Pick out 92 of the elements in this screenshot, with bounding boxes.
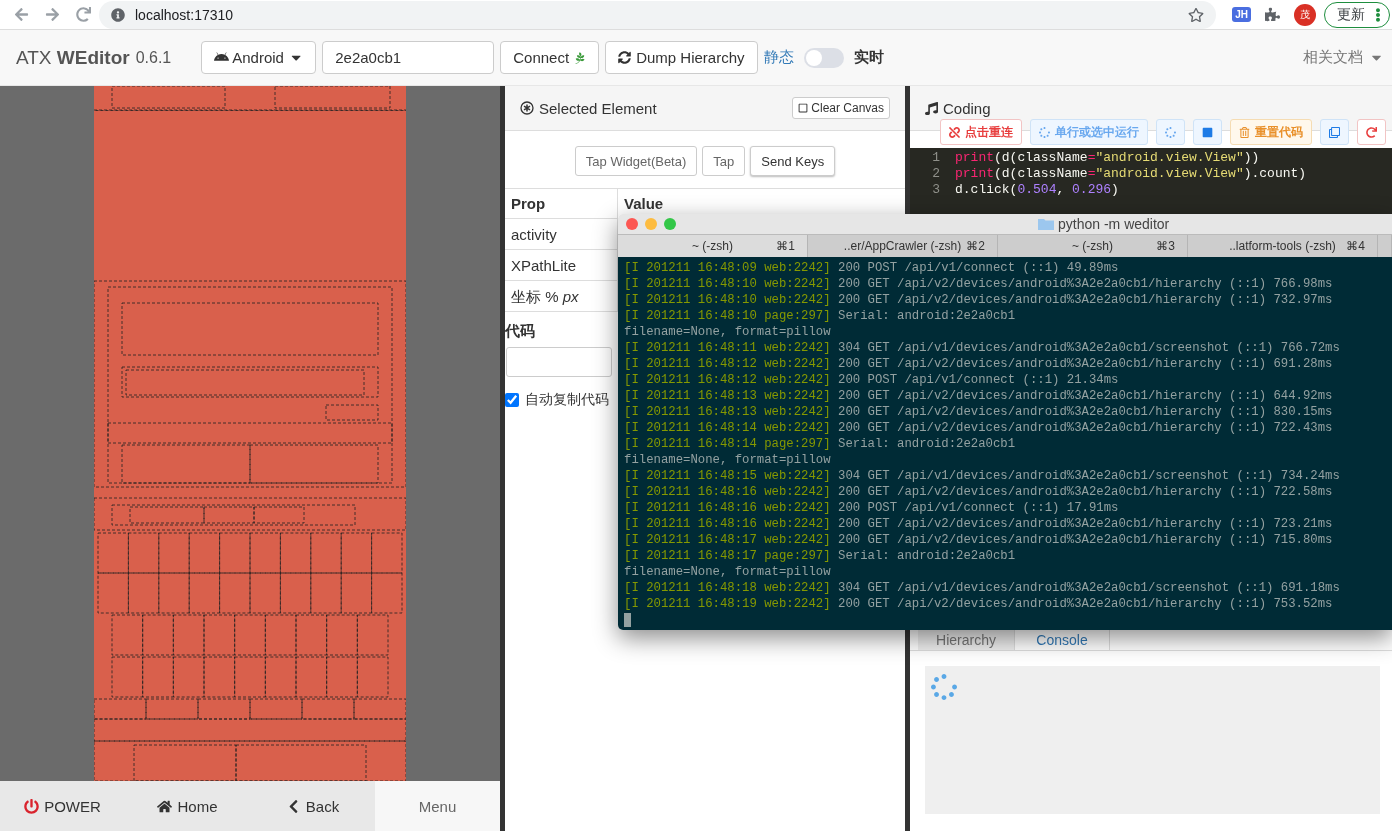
log-line: [I 201211 16:48:18 web:2242] 304 GET /api/v1/devices/android%3A2e2a0cb1/screenshot (::1) 691.18ms — [624, 580, 1340, 596]
app-brand: ATX WEditor — [16, 46, 130, 69]
puzzle-icon[interactable] — [1265, 7, 1280, 22]
panel-tab[interactable]: Hierarchy — [918, 628, 1014, 650]
update-button[interactable]: 更新 — [1324, 1, 1390, 28]
device-key-button[interactable]: Home — [125, 781, 250, 831]
connect-button[interactable]: Connect — [500, 41, 600, 74]
code-textarea[interactable] — [506, 347, 612, 377]
address-bar[interactable]: localhost:17310 — [99, 0, 1217, 29]
dump-hierarchy-button[interactable]: Dump Hierarchy — [605, 41, 758, 74]
home-icon — [157, 798, 173, 814]
device-key-button[interactable]: POWER — [0, 781, 125, 831]
toolbar-button[interactable]: 点击重连 — [940, 119, 1022, 145]
clear-canvas-button[interactable]: Clear Canvas — [792, 97, 890, 119]
action-button[interactable]: Tap Widget(Beta) — [574, 146, 698, 176]
log-line: [I 201211 16:48:15 web:2242] 304 GET /api/v1/devices/android%3A2e2a0cb1/screenshot (::1) 734.24ms — [624, 468, 1340, 484]
close-icon[interactable] — [626, 218, 638, 231]
toolbar-button[interactable] — [1320, 119, 1349, 145]
checkbox-label: 自动复制代码 — [525, 391, 609, 409]
maximize-icon[interactable] — [664, 218, 676, 231]
refresh-icon — [618, 51, 632, 64]
column-header: Prop — [505, 189, 618, 219]
toolbar-button[interactable] — [1156, 119, 1185, 145]
serial-input[interactable]: 2e2a0cb1 — [322, 41, 495, 74]
info-icon[interactable] — [111, 7, 125, 22]
mode-label: 静态 — [763, 48, 794, 67]
trash-icon — [1239, 126, 1250, 138]
log-line: [I 201211 16:48:10 web:2242] 200 GET /api/v2/devices/android%3A2e2a0cb1/hierarchy (::1) 732.97ms — [624, 292, 1333, 308]
section-heading: 代码 — [505, 322, 535, 341]
terminal-tab[interactable]: ~ (-zsh) ⌘1 — [618, 235, 808, 257]
star-icon[interactable] — [1188, 6, 1205, 23]
code-editor[interactable]: 1 print(d(className="android.view.View")) 2 print(d(className="android.view.View").count) 3 d.click(0.504, 0.296) — [910, 148, 1392, 212]
docs-menu[interactable]: 相关文档 — [1303, 48, 1384, 67]
log-line: [I 201211 16:48:13 web:2242] 200 GET /api/v2/devices/android%3A2e2a0cb1/hierarchy (::1) 644.92ms — [624, 388, 1333, 404]
copy-icon — [1329, 126, 1340, 138]
log-line: [I 201211 16:48:10 page:297] Serial: android:2e2a0cb1 — [624, 308, 1016, 324]
platform-dropdown[interactable]: Android — [201, 41, 317, 74]
forward-icon[interactable] — [45, 7, 60, 22]
log-line: [I 201211 16:48:13 web:2242] 200 GET /api/v2/devices/android%3A2e2a0cb1/hierarchy (::1) 830.15ms — [624, 404, 1333, 420]
log-line: [I 201211 16:48:12 web:2242] 200 GET /api/v2/devices/android%3A2e2a0cb1/hierarchy (::1) 691.28ms — [624, 356, 1333, 372]
code-line: d.click(0.504, 0.296) — [955, 182, 1119, 198]
log-line: [I 201211 16:48:10 web:2242] 200 GET /api/v2/devices/android%3A2e2a0cb1/hierarchy (::1) 766.98ms — [624, 276, 1333, 292]
folder-icon — [1038, 218, 1054, 231]
spinner-icon — [1039, 126, 1050, 138]
code-line: print(d(className="android.view.View")) — [955, 150, 1260, 166]
line-number: 3 — [931, 182, 940, 198]
toolbar-button[interactable] — [1357, 119, 1386, 145]
spinner-icon — [1165, 126, 1176, 138]
log-line: [I 201211 16:48:17 web:2242] 200 GET /api/v2/devices/android%3A2e2a0cb1/hierarchy (::1) 715.80ms — [624, 532, 1333, 548]
action-button[interactable]: Tap — [702, 146, 746, 176]
asterisk-circle-icon — [520, 101, 534, 115]
auto-copy-checkbox[interactable] — [505, 393, 519, 407]
log-line: [I 201211 16:48:17 page:297] Serial: android:2e2a0cb1 — [624, 548, 1016, 564]
line-number: 2 — [931, 166, 940, 182]
log-line: [I 201211 16:48:09 web:2242] 200 POST /api/v1/connect (::1) 49.89ms — [624, 260, 1119, 276]
panel-tab[interactable]: Console — [1014, 628, 1110, 650]
log-line: [I 201211 16:48:14 web:2242] 200 GET /api/v2/devices/android%3A2e2a0cb1/hierarchy (::1) 722.43ms — [624, 420, 1333, 436]
back-icon[interactable] — [14, 7, 29, 22]
log-line: [I 201211 16:48:11 web:2242] 304 GET /api/v1/devices/android%3A2e2a0cb1/screenshot (::1) 766.72ms — [624, 340, 1340, 356]
spinner-icon — [931, 674, 957, 700]
log-line: filename=None, format=pillow — [624, 324, 831, 340]
device-key-button[interactable]: Back — [250, 781, 375, 831]
log-line: filename=None, format=pillow — [624, 564, 831, 580]
profile-avatar[interactable]: 茂 — [1294, 3, 1316, 26]
music-note-icon — [925, 101, 938, 115]
log-line: [I 201211 16:48:12 web:2242] 200 POST /api/v1/connect (::1) 21.34ms — [624, 372, 1119, 388]
unlink-icon — [949, 126, 960, 138]
line-number: 1 — [931, 150, 940, 166]
terminal-cursor — [624, 613, 631, 627]
reload-icon[interactable] — [76, 7, 91, 22]
minimize-icon[interactable] — [645, 218, 657, 231]
app-version: 0.6.1 — [135, 48, 172, 67]
toolbar-button[interactable] — [1193, 119, 1222, 145]
log-line: [I 201211 16:48:16 web:2242] 200 POST /api/v1/connect (::1) 17.91ms — [624, 500, 1119, 516]
power-icon — [24, 798, 40, 814]
device-key-button[interactable]: Menu — [375, 781, 500, 831]
stop-icon — [1202, 126, 1213, 138]
mode-label: 实时 — [853, 48, 884, 67]
log-line: [I 201211 16:48:16 web:2242] 200 GET /api/v2/devices/android%3A2e2a0cb1/hierarchy (::1) 722.58ms — [624, 484, 1333, 500]
code-line: print(d(className="android.view.View").count) — [955, 166, 1307, 182]
panel-title: Coding — [925, 99, 991, 117]
leaf-icon — [574, 51, 587, 64]
log-line: filename=None, format=pillow — [624, 452, 831, 468]
extension-badge[interactable]: JH — [1232, 7, 1251, 22]
action-button[interactable]: Send Keys — [750, 146, 836, 176]
panel-title: Selected Element — [520, 99, 657, 117]
log-line: [I 201211 16:48:16 web:2242] 200 GET /api/v2/devices/android%3A2e2a0cb1/hierarchy (::1) 723.21ms — [624, 516, 1333, 532]
reload-icon — [1366, 126, 1377, 138]
log-line: [I 201211 16:48:19 web:2242] 200 GET /api/v2/devices/android%3A2e2a0cb1/hierarchy (::1) 753.52ms — [624, 596, 1333, 612]
mode-toggle[interactable] — [803, 47, 844, 68]
window-title: python -m weditor — [1038, 216, 1170, 233]
log-line: [I 201211 16:48:14 page:297] Serial: android:2e2a0cb1 — [624, 436, 1016, 452]
